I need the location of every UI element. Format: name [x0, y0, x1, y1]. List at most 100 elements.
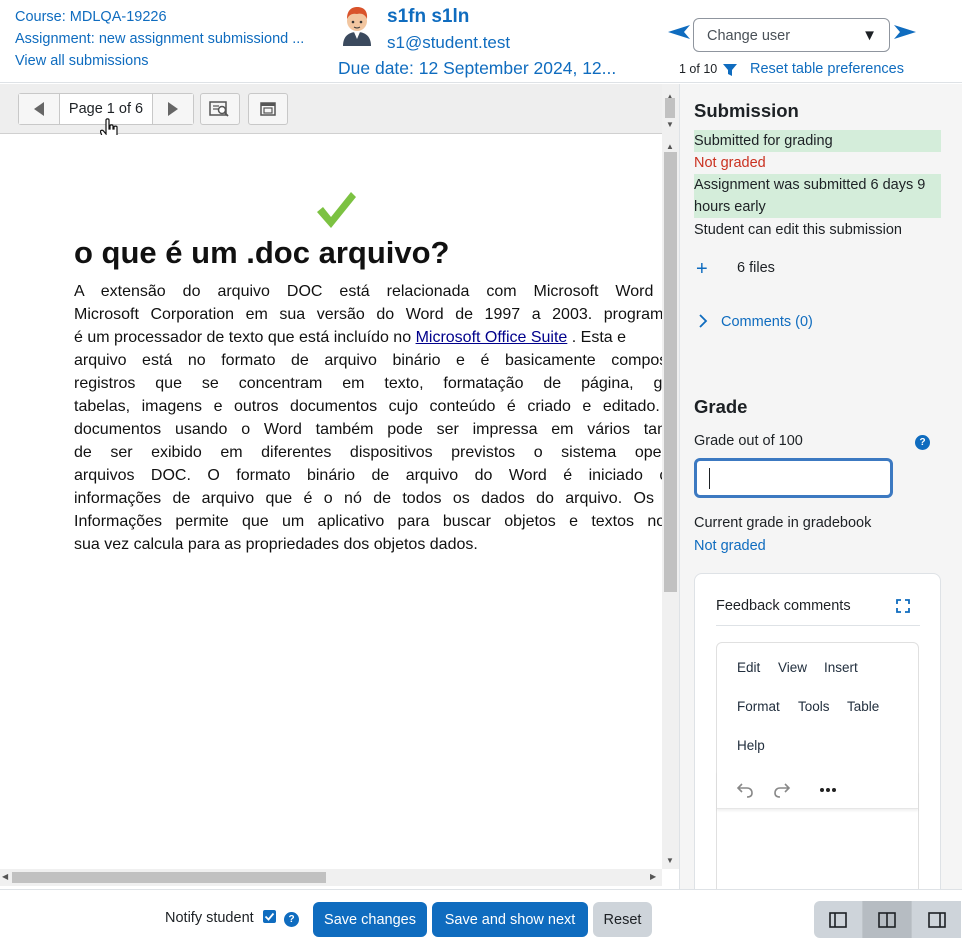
status-early-line: hours early — [694, 199, 766, 215]
menu-format[interactable]: Format — [737, 699, 780, 714]
view-all-submissions-link[interactable]: View all submissions — [15, 50, 315, 72]
grade-out-of-label: Grade out of 100 — [694, 433, 803, 449]
reset-table-preferences-link[interactable]: Reset table preferences — [750, 61, 904, 77]
scroll-down-icon[interactable]: ▼ — [666, 120, 674, 129]
doc-line: registros que se concentram em texto, fo… — [74, 375, 662, 392]
avatar[interactable] — [339, 4, 375, 46]
grading-actions: Notify student ? Save changes Save and s… — [0, 889, 962, 943]
vertical-scrollbar[interactable]: ▲ ▼ ▲ ▼ — [662, 84, 679, 869]
previous-user-icon[interactable] — [668, 25, 690, 39]
document-viewer: Page 1 of 6 o que é um .doc arquivo? A e… — [0, 84, 679, 889]
help-icon[interactable]: ? — [284, 912, 299, 927]
search-comments-button[interactable] — [200, 93, 240, 125]
microsoft-office-suite-link[interactable]: Microsoft Office Suite — [416, 329, 568, 346]
menu-view[interactable]: View — [778, 660, 807, 675]
window-icon — [260, 102, 276, 116]
scroll-up-icon[interactable]: ▲ — [666, 142, 674, 151]
feedback-comments-card: Feedback comments Edit View Insert Forma… — [694, 573, 941, 904]
notify-student-label: Notify student — [165, 910, 254, 926]
status-can-edit: Student can edit this submission — [694, 222, 902, 238]
next-page-button[interactable] — [153, 94, 193, 124]
doc-line: é um processador de texto que está inclu… — [74, 326, 662, 349]
doc-line: documentos usando o Word também pode ser… — [74, 421, 662, 438]
fullscreen-icon[interactable] — [896, 599, 910, 613]
help-icon[interactable]: ? — [915, 435, 930, 450]
user-count: 1 of 10 — [679, 62, 718, 76]
filter-icon[interactable] — [723, 64, 737, 76]
chevron-right-icon[interactable] — [697, 313, 709, 329]
menu-tools[interactable]: Tools — [798, 699, 830, 714]
undo-icon[interactable] — [735, 781, 755, 799]
status-submitted: Submitted for grading — [694, 130, 941, 152]
collapse-grade-panel-button[interactable] — [814, 901, 863, 938]
user-name[interactable]: s1fn s1ln — [387, 6, 469, 28]
status-not-graded: Not graded — [694, 155, 766, 171]
comments-toggle[interactable]: Comments (0) — [721, 314, 813, 330]
grader-header: Course: MDLQA-19226 Assignment: new assi… — [0, 0, 962, 83]
course-link[interactable]: Course: MDLQA-19226 — [15, 6, 315, 28]
current-grade-label: Current grade in gradebook — [694, 515, 872, 531]
doc-line: A extensão do arquivo DOC está relaciona… — [74, 283, 662, 300]
document-body: A extensão do arquivo DOC está relaciona… — [74, 280, 662, 556]
checkmark-annotation-icon[interactable] — [315, 190, 357, 230]
menu-help[interactable]: Help — [737, 738, 765, 753]
triangle-left-icon — [34, 102, 44, 116]
save-changes-button[interactable]: Save changes — [313, 902, 427, 937]
divider — [716, 625, 920, 626]
current-grade-value[interactable]: Not graded — [694, 538, 766, 554]
grading-panel: Submission Submitted for grading Not gra… — [679, 84, 962, 904]
assignment-link[interactable]: Assignment: new assignment submissiond .… — [15, 28, 315, 50]
scroll-left-icon[interactable]: ◀ — [2, 872, 8, 881]
notify-student-checkbox[interactable] — [263, 910, 276, 923]
layout-split-icon — [878, 911, 896, 928]
doc-line: arquivo está no formato de arquivo binár… — [74, 352, 662, 369]
files-toggle[interactable]: 6 files — [737, 260, 775, 276]
menu-edit[interactable]: Edit — [737, 660, 760, 675]
more-icon[interactable] — [818, 781, 838, 799]
save-and-show-next-button[interactable]: Save and show next — [432, 902, 588, 937]
course-info: Course: MDLQA-19226 Assignment: new assi… — [15, 6, 315, 72]
doc-line: de ser exibido em diferentes dispositivo… — [74, 444, 662, 461]
check-icon — [264, 912, 275, 921]
doc-line-tail: . Esta e — [571, 329, 627, 346]
doc-line-text: é um processador de texto que está inclu… — [74, 329, 412, 346]
grade-input[interactable] — [694, 458, 893, 498]
triangle-right-icon — [168, 102, 178, 116]
text-caret — [709, 468, 710, 489]
user-email[interactable]: s1@student.test — [387, 33, 510, 53]
scroll-thumb[interactable] — [664, 152, 677, 592]
horizontal-scrollbar[interactable]: ◀ ▶ — [0, 869, 662, 886]
due-date: Due date: 12 September 2024, 12... — [338, 58, 638, 79]
submission-heading: Submission — [694, 100, 799, 121]
default-layout-button[interactable] — [863, 901, 912, 938]
expand-viewer-button[interactable] — [248, 93, 288, 125]
viewer-toolbar: Page 1 of 6 — [0, 84, 662, 143]
feedback-editor[interactable]: Edit View Insert Format Tools Table Help — [716, 642, 919, 904]
plus-icon[interactable]: + — [696, 259, 708, 279]
document-title: o que é um .doc arquivo? — [74, 235, 450, 270]
reset-button[interactable]: Reset — [593, 902, 652, 937]
next-user-icon[interactable] — [894, 25, 916, 39]
scroll-right-icon[interactable]: ▶ — [650, 872, 656, 881]
doc-line: informações de arquivo que é o nó de tod… — [74, 490, 662, 507]
redo-icon[interactable] — [772, 781, 792, 799]
status-submitted-early: Assignment was submitted 6 days 9 hours … — [694, 174, 941, 218]
doc-line: sua vez calcula para as propriedades dos… — [74, 536, 478, 553]
menu-insert[interactable]: Insert — [824, 660, 858, 675]
doc-line: Microsoft Corporation em sua versão do W… — [74, 306, 662, 323]
scroll-down-icon[interactable]: ▼ — [666, 856, 674, 865]
grade-heading: Grade — [694, 396, 748, 417]
previous-page-button[interactable] — [19, 94, 59, 124]
layout-right-icon — [927, 911, 946, 928]
collapse-review-panel-button[interactable] — [912, 901, 961, 938]
search-comments-icon — [209, 101, 229, 117]
menu-table[interactable]: Table — [847, 699, 879, 714]
scroll-thumb[interactable] — [12, 872, 326, 883]
status-early-line: Assignment was submitted 6 days 9 — [694, 177, 926, 193]
doc-line: tabelas, imagens e outros documentos cuj… — [74, 398, 662, 415]
change-user-select[interactable]: Change user ▼ — [693, 18, 890, 52]
toolbar-scroll-thumb[interactable] — [665, 98, 675, 118]
document-page[interactable]: o que é um .doc arquivo? A extensão do a… — [0, 135, 662, 869]
layout-toggle-group — [814, 901, 962, 938]
due-date-text: Due date: 12 September 2024, 12... — [338, 58, 617, 78]
